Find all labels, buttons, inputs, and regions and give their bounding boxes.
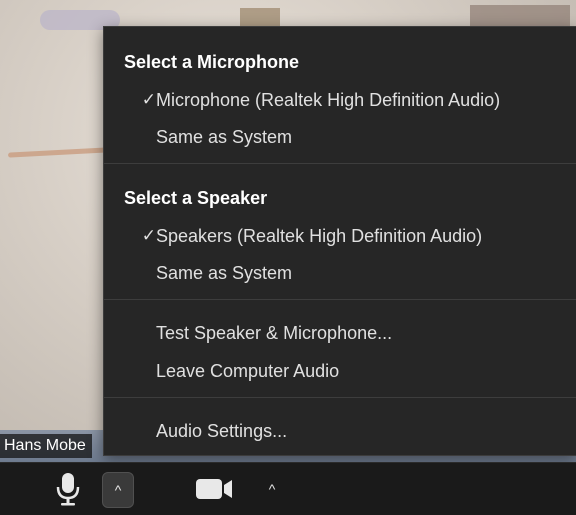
audio-dropdown-menu: Select a Microphone ✓ Microphone (Realte… <box>103 26 576 456</box>
microphone-section-title: Select a Microphone <box>124 52 300 72</box>
microphone-realtek-option[interactable]: ✓ Microphone (Realtek High Definition Au… <box>104 83 576 117</box>
speaker-realtek-option[interactable]: ✓ Speakers (Realtek High Definition Audi… <box>104 219 576 253</box>
chevron-up-icon: ^ <box>268 481 276 497</box>
speaker-same-as-system-label: Same as System <box>156 262 293 283</box>
speaker-section-title: Select a Speaker <box>124 188 268 208</box>
checkmark-icon: ✓ <box>141 226 156 245</box>
menu-divider <box>104 397 576 398</box>
microphone-same-as-system-label: Same as System <box>156 126 293 147</box>
menu-divider <box>104 299 576 300</box>
menu-divider <box>104 163 576 164</box>
test-speaker-microphone-option[interactable]: Test Speaker & Microphone... <box>104 316 576 350</box>
audio-options-caret-button[interactable]: ^ <box>102 472 134 508</box>
video-options-caret-button[interactable]: ^ <box>258 472 286 506</box>
checkmark-icon: ✓ <box>141 90 156 109</box>
leave-computer-audio-label: Leave Computer Audio <box>156 360 340 381</box>
audio-settings-option[interactable]: Audio Settings... <box>104 414 576 448</box>
microphone-realtek-label: Microphone (Realtek High Definition Audi… <box>156 89 501 110</box>
video-blur-4 <box>7 147 109 158</box>
speaker-realtek-label: Speakers (Realtek High Definition Audio) <box>156 225 483 246</box>
test-speaker-microphone-label: Test Speaker & Microphone... <box>156 322 393 343</box>
video-camera-icon <box>196 479 232 499</box>
speaker-same-as-system-option[interactable]: Same as System <box>104 256 576 290</box>
microphone-button[interactable] <box>50 469 86 509</box>
meeting-toolbar: ^ ^ <box>0 462 576 515</box>
microphone-icon <box>56 473 80 506</box>
audio-settings-label: Audio Settings... <box>156 420 288 441</box>
microphone-same-as-system-option[interactable]: Same as System <box>104 120 576 154</box>
chevron-up-icon: ^ <box>114 482 122 498</box>
participant-name-tag: Hans Mobe <box>0 434 92 458</box>
leave-computer-audio-option[interactable]: Leave Computer Audio <box>104 354 576 388</box>
video-button[interactable] <box>192 471 236 507</box>
